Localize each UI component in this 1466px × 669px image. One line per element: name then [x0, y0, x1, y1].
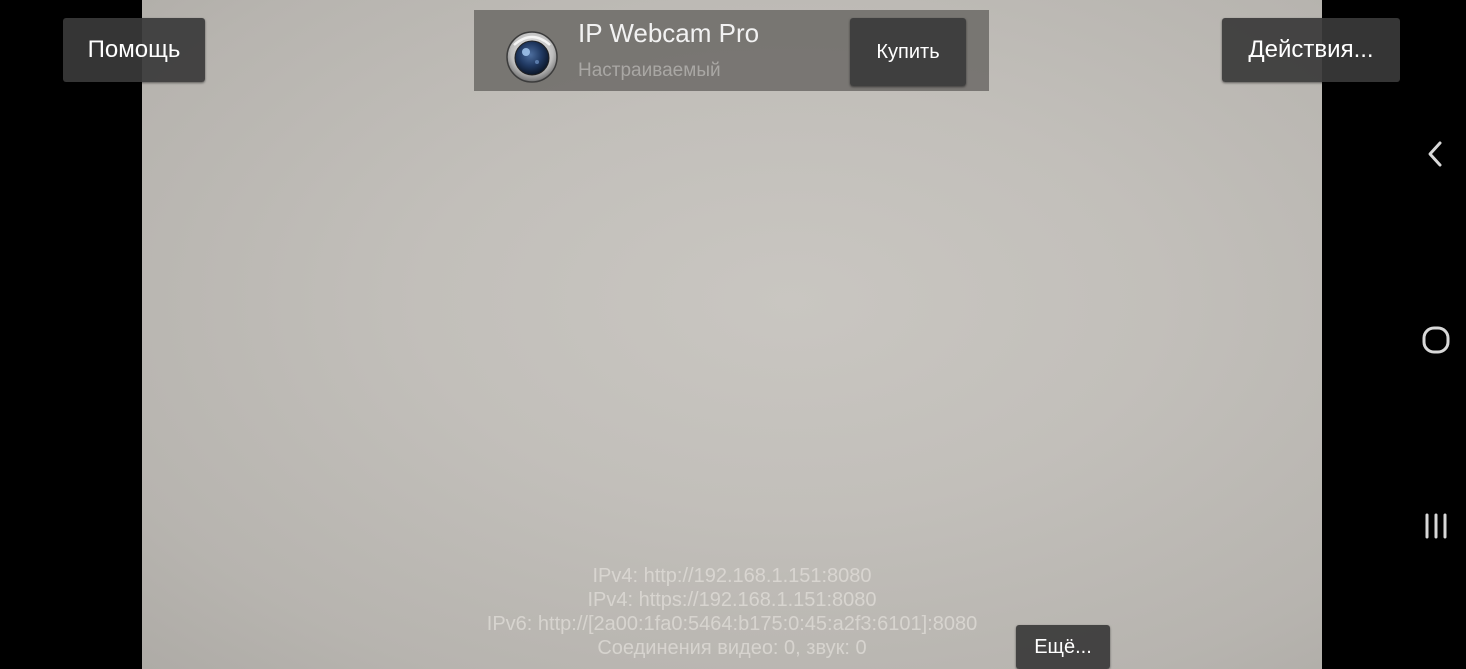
- ad-subtitle: Настраиваемый: [578, 60, 721, 81]
- buy-button[interactable]: Купить: [850, 18, 966, 86]
- help-button[interactable]: Помощь: [63, 18, 205, 82]
- ip-webcam-screen: Помощь IP Webcam Pro Настраиваемый Купит…: [0, 0, 1466, 669]
- connection-info: IPv4: http://192.168.1.151:8080 IPv4: ht…: [142, 564, 1322, 660]
- home-icon[interactable]: [1406, 314, 1466, 366]
- ipv4-http-url: IPv4: http://192.168.1.151:8080: [592, 565, 872, 587]
- ad-title: IP Webcam Pro: [578, 18, 760, 48]
- actions-button[interactable]: Действия...: [1222, 18, 1400, 82]
- back-chevron-icon[interactable]: [1406, 128, 1466, 180]
- webcam-lens-icon: [504, 27, 560, 83]
- ipv4-https-url: IPv4: https://192.168.1.151:8080: [587, 589, 877, 611]
- ad-banner[interactable]: IP Webcam Pro Настраиваемый Купить: [474, 10, 989, 91]
- system-nav-bar: [1406, 0, 1466, 669]
- more-button[interactable]: Ещё...: [1016, 625, 1110, 669]
- recent-apps-icon[interactable]: [1406, 500, 1466, 552]
- connections-count: Соединения видео: 0, звук: 0: [597, 637, 867, 659]
- ipv6-http-url: IPv6: http://[2a00:1fa0:5464:b175:0:45:a…: [486, 613, 978, 635]
